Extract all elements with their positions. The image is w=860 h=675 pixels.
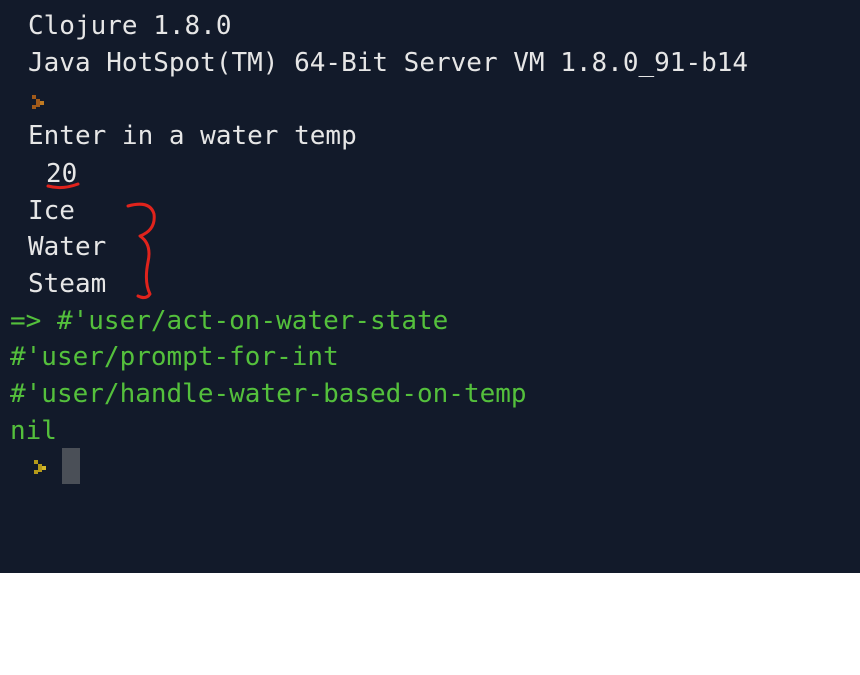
prompt-chevron-icon <box>32 95 44 109</box>
prompt-message: Enter in a water temp <box>28 121 357 151</box>
result-line-act-on-water-state: => #'user/act-on-water-state <box>10 306 449 336</box>
banner-clojure-version: Clojure 1.8.0 <box>28 11 232 41</box>
result-line-prompt-for-int: #'user/prompt-for-int <box>10 342 339 372</box>
output-line-steam: Steam <box>28 269 107 299</box>
result-line-handle-water: #'user/handle-water-based-on-temp <box>10 379 527 409</box>
brace-annotation <box>126 202 156 300</box>
annotation-overlay <box>46 182 156 300</box>
output-line-water: Water <box>28 232 107 262</box>
user-input-value: 20 <box>46 159 78 189</box>
output-line-ice: Ice <box>28 196 75 226</box>
block-cursor[interactable] <box>62 448 80 484</box>
prompt-chevron-icon <box>34 460 46 474</box>
terminal-window[interactable]: Clojure 1.8.0 Java HotSpot(TM) 64-Bit Se… <box>0 0 860 573</box>
result-line-nil: nil <box>10 416 57 446</box>
banner-jvm-version: Java HotSpot(TM) 64-Bit Server VM 1.8.0_… <box>28 48 749 78</box>
